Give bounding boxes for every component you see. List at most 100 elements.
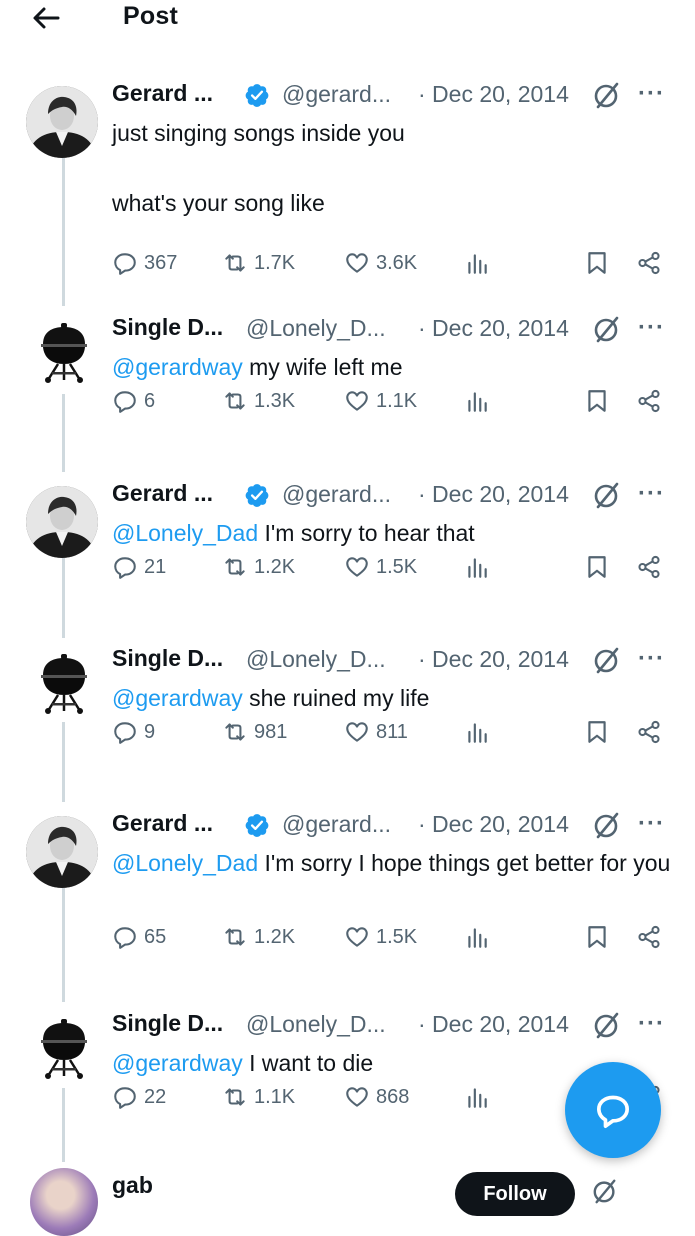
bookmark-button[interactable] bbox=[584, 384, 616, 418]
like-button[interactable]: 868 bbox=[344, 1080, 409, 1114]
grok-icon[interactable] bbox=[593, 1010, 621, 1040]
author-handle[interactable]: @Lonely_D... bbox=[246, 315, 386, 342]
repost-button[interactable]: 1.1K bbox=[222, 1080, 295, 1114]
avatar[interactable] bbox=[38, 653, 90, 715]
follow-button[interactable]: Follow bbox=[455, 1172, 575, 1216]
author-handle[interactable]: @Lonely_D... bbox=[246, 646, 386, 673]
author-name[interactable]: Single D... bbox=[112, 645, 223, 672]
reply-button[interactable]: 65 bbox=[112, 920, 166, 954]
repost-count: 1.2K bbox=[254, 555, 296, 578]
post-date[interactable]: · Dec 20, 2014 bbox=[418, 1011, 569, 1038]
author-handle[interactable]: @Lonely_D... bbox=[246, 1011, 386, 1038]
views-icon bbox=[468, 392, 487, 412]
mention-link[interactable]: @Lonely_Dad bbox=[112, 520, 258, 546]
more-options-icon[interactable]: ··· bbox=[638, 314, 665, 342]
grok-icon[interactable] bbox=[593, 645, 621, 675]
views-button[interactable] bbox=[464, 715, 496, 749]
back-arrow-icon[interactable] bbox=[30, 3, 62, 33]
views-button[interactable] bbox=[464, 384, 496, 418]
compose-reply-button[interactable] bbox=[565, 1062, 661, 1158]
tweet[interactable]: Single D... @Lonely_D... · Dec 20, 2014 … bbox=[0, 312, 695, 472]
reply-count: 22 bbox=[144, 1085, 167, 1108]
repost-button[interactable]: 1.2K bbox=[222, 920, 295, 954]
views-button[interactable] bbox=[464, 1080, 496, 1114]
post-date[interactable]: · Dec 20, 2014 bbox=[418, 481, 569, 508]
author-name[interactable]: gab bbox=[112, 1172, 153, 1199]
post-date[interactable]: · Dec 20, 2014 bbox=[418, 81, 569, 108]
more-options-icon[interactable]: ··· bbox=[638, 645, 665, 673]
more-options-icon[interactable]: ··· bbox=[638, 80, 665, 108]
avatar[interactable] bbox=[38, 1018, 90, 1080]
more-options-icon[interactable]: ··· bbox=[638, 480, 665, 508]
heart-icon bbox=[346, 927, 368, 947]
repost-button[interactable]: 1.2K bbox=[222, 550, 295, 584]
avatar[interactable] bbox=[26, 816, 98, 888]
tweet-body: I'm sorry to hear that bbox=[258, 520, 475, 546]
avatar[interactable] bbox=[30, 1168, 98, 1236]
bookmark-button[interactable] bbox=[584, 920, 616, 954]
more-options-icon[interactable]: ··· bbox=[638, 1010, 665, 1038]
like-button[interactable]: 1.5K bbox=[344, 920, 417, 954]
tweet[interactable]: Single D... @Lonely_D... · Dec 20, 2014 … bbox=[0, 643, 695, 803]
avatar[interactable] bbox=[38, 322, 90, 384]
reply-button[interactable]: 21 bbox=[112, 550, 166, 584]
repost-button[interactable]: 1.3K bbox=[222, 384, 295, 418]
like-button[interactable]: 1.1K bbox=[344, 384, 417, 418]
share-button[interactable] bbox=[636, 550, 668, 584]
tweet[interactable]: Gerard ... @gerard... · Dec 20, 2014 ···… bbox=[0, 78, 695, 275]
author-name[interactable]: Gerard ... bbox=[112, 80, 213, 107]
grok-icon[interactable] bbox=[593, 314, 621, 344]
views-button[interactable] bbox=[464, 550, 496, 584]
repost-button[interactable]: 1.7K bbox=[222, 246, 295, 280]
grok-icon[interactable] bbox=[593, 810, 621, 840]
verified-badge-icon bbox=[245, 814, 269, 837]
repost-button[interactable]: 981 bbox=[222, 715, 287, 749]
author-name[interactable]: Gerard ... bbox=[112, 810, 213, 837]
post-date[interactable]: · Dec 20, 2014 bbox=[418, 315, 569, 342]
tweet-header: Gerard ... @gerard... · Dec 20, 2014 ··· bbox=[112, 480, 672, 510]
share-button[interactable] bbox=[636, 384, 668, 418]
author-name[interactable]: Gerard ... bbox=[112, 480, 213, 507]
views-button[interactable] bbox=[464, 246, 496, 280]
like-count: 3.6K bbox=[376, 251, 418, 274]
like-button[interactable]: 1.5K bbox=[344, 550, 417, 584]
mention-link[interactable]: @gerardway bbox=[112, 354, 243, 380]
post-date[interactable]: · Dec 20, 2014 bbox=[418, 811, 569, 838]
reply-icon bbox=[114, 391, 136, 413]
reply-button[interactable]: 6 bbox=[112, 384, 155, 418]
tweet[interactable]: Gerard ... @gerard... · Dec 20, 2014 ···… bbox=[0, 478, 695, 638]
repost-count: 1.1K bbox=[254, 1085, 296, 1108]
mention-link[interactable]: @gerardway bbox=[112, 685, 243, 711]
heart-icon bbox=[346, 557, 368, 577]
author-name[interactable]: Single D... bbox=[112, 1010, 223, 1037]
grok-icon[interactable] bbox=[593, 480, 621, 510]
author-handle[interactable]: @gerard... bbox=[282, 481, 391, 508]
like-button[interactable]: 3.6K bbox=[344, 246, 417, 280]
mention-link[interactable]: @Lonely_Dad bbox=[112, 850, 258, 876]
author-name[interactable]: Single D... bbox=[112, 314, 223, 341]
mention-link[interactable]: @gerardway bbox=[112, 1050, 243, 1076]
author-handle[interactable]: @gerard... bbox=[282, 81, 391, 108]
share-button[interactable] bbox=[636, 920, 668, 954]
grok-icon[interactable] bbox=[592, 1176, 618, 1206]
reply-button[interactable]: 9 bbox=[112, 715, 155, 749]
views-button[interactable] bbox=[464, 920, 496, 954]
bookmark-button[interactable] bbox=[584, 715, 616, 749]
avatar[interactable] bbox=[26, 486, 98, 558]
bookmark-button[interactable] bbox=[584, 246, 616, 280]
more-options-icon[interactable]: ··· bbox=[638, 810, 665, 838]
tweet-header: Gerard ... @gerard... · Dec 20, 2014 ··· bbox=[112, 80, 672, 110]
bookmark-button[interactable] bbox=[584, 550, 616, 584]
grok-icon[interactable] bbox=[593, 80, 621, 110]
like-button[interactable]: 811 bbox=[344, 715, 408, 749]
author-handle[interactable]: @gerard... bbox=[282, 811, 391, 838]
bookmark-icon bbox=[588, 721, 606, 743]
reply-button[interactable]: 22 bbox=[112, 1080, 166, 1114]
reply-button[interactable]: 367 bbox=[112, 246, 177, 280]
share-button[interactable] bbox=[636, 246, 668, 280]
post-date[interactable]: · Dec 20, 2014 bbox=[418, 646, 569, 673]
tweet[interactable]: Gerard ... @gerard... · Dec 20, 2014 ···… bbox=[0, 808, 695, 968]
grill-avatar-image bbox=[41, 654, 87, 714]
avatar[interactable] bbox=[26, 86, 98, 158]
share-button[interactable] bbox=[636, 715, 668, 749]
